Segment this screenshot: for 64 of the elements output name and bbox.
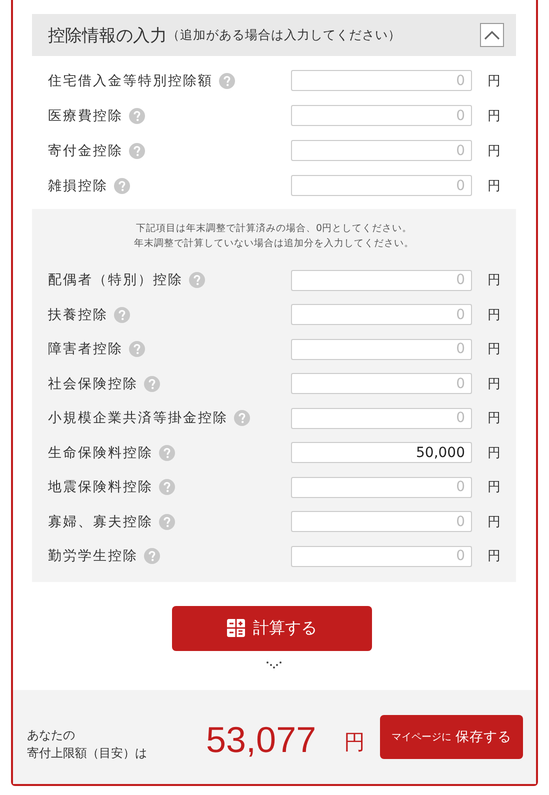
field-label: 勤労学生控除: [48, 547, 138, 566]
amount-field[interactable]: 0: [291, 546, 472, 567]
result-label: あなたの 寄付上限額（目安）は: [27, 727, 148, 762]
amount-field[interactable]: 0: [291, 304, 472, 326]
result-unit: 円: [344, 729, 365, 756]
help-icon[interactable]: [129, 142, 145, 158]
unit-label: 円: [486, 108, 502, 124]
unit-label: 円: [486, 548, 502, 566]
amount-field[interactable]: 0: [291, 373, 472, 394]
amount-field[interactable]: 0: [291, 408, 472, 429]
result-amount: 53,077: [206, 719, 318, 761]
help-icon[interactable]: [219, 72, 235, 88]
help-icon[interactable]: [114, 178, 130, 194]
unit-label: 円: [486, 410, 502, 428]
unit-label: 円: [486, 341, 502, 358]
help-icon[interactable]: [159, 479, 175, 496]
unit-label: 円: [486, 272, 502, 290]
unit-label: 円: [486, 376, 502, 393]
field-label: 寡婦、寡夫控除: [48, 512, 153, 531]
save-button[interactable]: マイページに 保存する: [380, 715, 523, 759]
help-icon[interactable]: [189, 272, 205, 288]
help-icon[interactable]: [144, 548, 160, 564]
collapse-button[interactable]: [480, 23, 504, 47]
amount-field[interactable]: 0: [291, 476, 472, 498]
help-icon[interactable]: [144, 376, 160, 392]
unit-label: 円: [486, 306, 502, 324]
field-label: 配偶者（特別）控除: [48, 271, 183, 290]
amount-field[interactable]: 0: [291, 105, 472, 126]
amount-field[interactable]: 0: [291, 270, 472, 291]
field-label: 雑損控除: [48, 176, 108, 194]
unit-label: 円: [486, 514, 502, 531]
help-icon[interactable]: [129, 108, 145, 124]
note-text: 下記項目は年末調整で計算済みの場合、0円としてください。 年末調整で計算していない場合は追加分を入力してください。: [133, 222, 415, 251]
field-label: 寄付金控除: [48, 142, 123, 160]
field-label: 扶養控除: [48, 306, 108, 324]
chevron-up-icon: [484, 30, 500, 40]
amount-field[interactable]: 0: [291, 175, 472, 196]
amount-field[interactable]: 0: [291, 140, 472, 161]
section-title: 控除情報の入力: [48, 24, 167, 46]
help-icon[interactable]: [114, 306, 130, 323]
unit-label: 円: [486, 72, 502, 90]
field-label: 社会保険控除: [48, 374, 138, 393]
amount-field[interactable]: 0: [291, 70, 472, 91]
help-icon[interactable]: [234, 410, 250, 426]
unit-label: 円: [486, 444, 502, 462]
calculator-icon: [227, 619, 245, 637]
dotted-arrow-icon: [266, 660, 282, 668]
amount-field[interactable]: 50,000: [291, 442, 472, 464]
section-subtitle: （追加がある場合は入力してください）: [167, 26, 401, 44]
amount-field[interactable]: 0: [291, 338, 472, 360]
help-icon[interactable]: [159, 514, 175, 530]
unit-label: 円: [486, 479, 502, 496]
field-label: 障害者控除: [48, 340, 123, 358]
help-icon[interactable]: [129, 341, 145, 358]
unit-label: 円: [486, 142, 502, 160]
calculate-button[interactable]: 計算する: [172, 606, 372, 650]
amount-field[interactable]: 0: [291, 511, 472, 532]
field-label: 生命保険料控除: [48, 444, 153, 462]
field-label: 医療費控除: [48, 106, 123, 124]
unit-label: 円: [486, 178, 502, 194]
field-label: 地震保険料控除: [48, 478, 153, 496]
help-icon[interactable]: [159, 444, 175, 461]
field-label: 住宅借入金等特別控除額: [48, 72, 213, 90]
field-label: 小規模企業共済等掛金控除: [48, 409, 228, 428]
